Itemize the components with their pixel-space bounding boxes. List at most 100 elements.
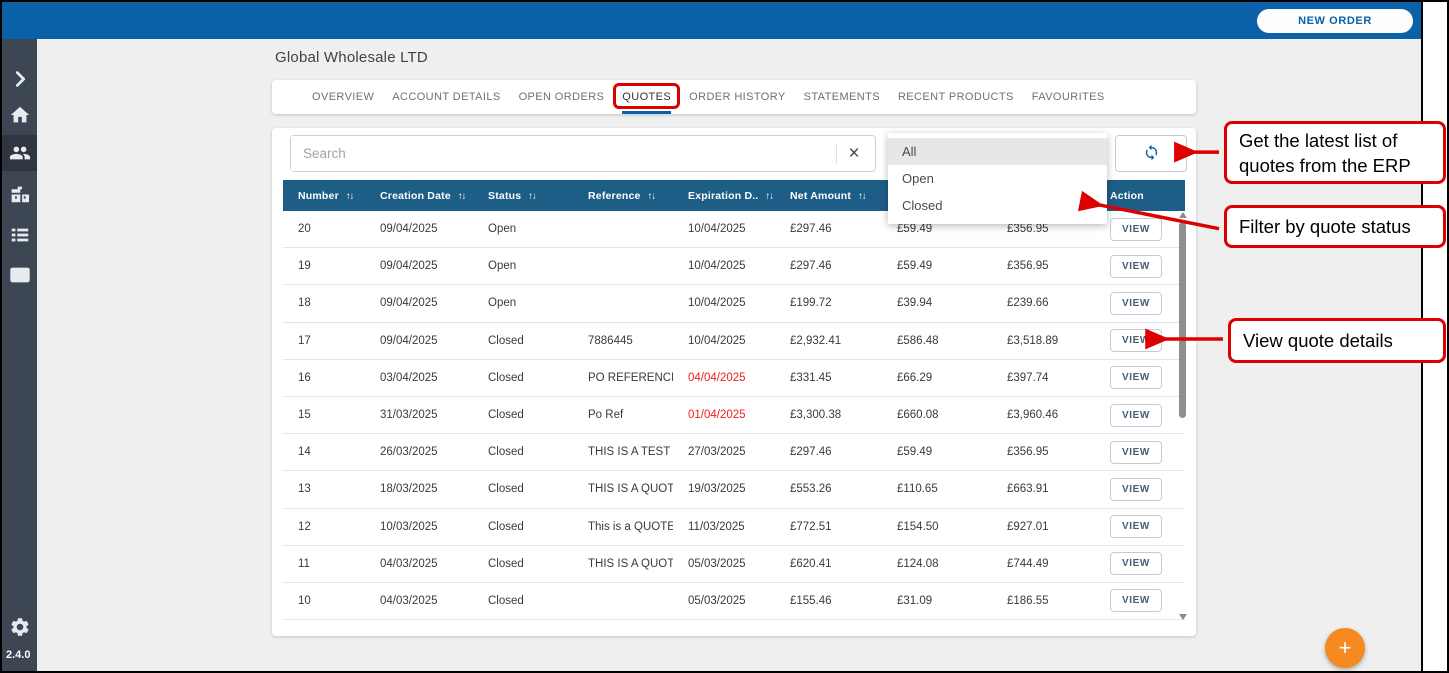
view-button[interactable]: VIEW xyxy=(1110,441,1162,464)
new-order-button[interactable]: NEW ORDER xyxy=(1257,9,1413,33)
sort-icon[interactable]: ↑↓ xyxy=(858,191,866,202)
view-button[interactable]: VIEW xyxy=(1110,478,1162,501)
tab-order-history[interactable]: ORDER HISTORY xyxy=(689,80,785,114)
view-button[interactable]: VIEW xyxy=(1110,292,1162,315)
scrollbar-thumb[interactable] xyxy=(1179,222,1186,418)
cell-amount-2: £39.94 xyxy=(882,297,992,309)
sidebar: 2.4.0 xyxy=(2,39,37,671)
cell-reference: This is a QUOTE xyxy=(573,521,673,533)
cell-number: 10 xyxy=(283,595,365,607)
cell-amount-2: £66.29 xyxy=(882,372,992,384)
column-header-reference[interactable]: Reference↑↓ xyxy=(573,190,673,202)
cell-creation-date: 09/04/2025 xyxy=(365,223,473,235)
cell-creation-date: 26/03/2025 xyxy=(365,446,473,458)
column-header-net-amount[interactable]: Net Amount↑↓ xyxy=(775,190,882,202)
cell-expiration-date: 05/03/2025 xyxy=(673,595,775,607)
cell-reference: Po Ref xyxy=(573,409,673,421)
sort-icon[interactable]: ↑↓ xyxy=(528,191,536,202)
search-input[interactable] xyxy=(291,136,831,171)
cell-expiration-date: 04/04/2025 xyxy=(673,372,775,384)
home-icon[interactable] xyxy=(8,103,31,126)
cell-status: Closed xyxy=(473,409,573,421)
products-icon[interactable] xyxy=(8,183,31,206)
cell-net-amount: £199.72 xyxy=(775,297,882,309)
cell-action: VIEW xyxy=(1095,404,1185,427)
cell-creation-date: 18/03/2025 xyxy=(365,483,473,495)
cell-expiration-date: 11/03/2025 xyxy=(673,521,775,533)
cell-net-amount: £331.45 xyxy=(775,372,882,384)
customers-icon[interactable] xyxy=(8,141,31,164)
cell-status: Closed xyxy=(473,521,573,533)
cell-status: Closed xyxy=(473,446,573,458)
cell-reference: PO REFERENCE - THIS xyxy=(573,372,673,384)
view-button[interactable]: VIEW xyxy=(1110,255,1162,278)
add-fab-button[interactable]: + xyxy=(1325,628,1365,668)
cell-net-amount: £772.51 xyxy=(775,521,882,533)
cell-amount-3: £663.91 xyxy=(992,483,1095,495)
view-button[interactable]: VIEW xyxy=(1110,329,1162,352)
expand-icon[interactable] xyxy=(8,67,31,90)
sort-icon[interactable]: ↑↓ xyxy=(648,191,656,202)
column-header-creation-date[interactable]: Creation Date↑↓ xyxy=(365,190,473,202)
cell-reference: THIS IS A QUOTE xyxy=(573,483,673,495)
tab-statements[interactable]: STATEMENTS xyxy=(804,80,880,114)
cell-amount-2: £59.49 xyxy=(882,223,992,235)
tab-favourites[interactable]: FAVOURITES xyxy=(1032,80,1105,114)
sort-icon[interactable]: ↑↓ xyxy=(458,191,466,202)
cell-action: VIEW xyxy=(1095,515,1185,538)
table-row: 1531/03/2025ClosedPo Ref01/04/2025£3,300… xyxy=(283,397,1185,434)
cell-amount-3: £356.95 xyxy=(992,446,1095,458)
refresh-button[interactable] xyxy=(1115,135,1187,172)
table-row: 1426/03/2025ClosedTHIS IS A TEST27/03/20… xyxy=(283,434,1185,471)
view-button[interactable]: VIEW xyxy=(1110,515,1162,538)
sort-icon[interactable]: ↑↓ xyxy=(346,191,354,202)
cell-status: Closed xyxy=(473,558,573,570)
view-button[interactable]: VIEW xyxy=(1110,552,1162,575)
cell-expiration-date: 10/04/2025 xyxy=(673,223,775,235)
cell-reference: THIS IS A TEST xyxy=(573,446,673,458)
tab-open-orders[interactable]: OPEN ORDERS xyxy=(519,80,605,114)
column-header-action: Action xyxy=(1095,190,1185,202)
cell-action: VIEW xyxy=(1095,441,1185,464)
cell-action: VIEW xyxy=(1095,366,1185,389)
view-button[interactable]: VIEW xyxy=(1110,366,1162,389)
search-box: × xyxy=(290,135,876,172)
view-button[interactable]: VIEW xyxy=(1110,589,1162,612)
table-scrollbar[interactable] xyxy=(1178,212,1187,620)
screenshot-canvas: NEW ORDER xyxy=(0,0,1449,673)
cell-net-amount: £2,932.41 xyxy=(775,335,882,347)
sync-refresh-icon xyxy=(1143,144,1160,164)
cell-net-amount: £553.26 xyxy=(775,483,882,495)
column-header-expiration-d[interactable]: Expiration D..↑↓ xyxy=(673,190,775,202)
cell-expiration-date: 10/04/2025 xyxy=(673,297,775,309)
cell-amount-2: £124.08 xyxy=(882,558,992,570)
cell-status: Open xyxy=(473,260,573,272)
cell-amount-2: £110.65 xyxy=(882,483,992,495)
cell-amount-2: £660.08 xyxy=(882,409,992,421)
column-header-number[interactable]: Number↑↓ xyxy=(283,190,365,202)
cell-net-amount: £620.41 xyxy=(775,558,882,570)
status-option-open[interactable]: Open xyxy=(888,165,1107,192)
view-button[interactable]: VIEW xyxy=(1110,218,1162,241)
settings-icon[interactable] xyxy=(8,615,31,638)
cell-net-amount: £297.46 xyxy=(775,446,882,458)
cell-creation-date: 09/04/2025 xyxy=(365,260,473,272)
orders-list-icon[interactable] xyxy=(8,223,31,246)
cell-amount-3: £927.01 xyxy=(992,521,1095,533)
tab-quotes[interactable]: QUOTES xyxy=(622,80,671,114)
cell-creation-date: 09/04/2025 xyxy=(365,335,473,347)
tab-overview[interactable]: OVERVIEW xyxy=(312,80,374,114)
cell-number: 13 xyxy=(283,483,365,495)
view-button[interactable]: VIEW xyxy=(1110,404,1162,427)
status-option-all[interactable]: All xyxy=(888,138,1107,165)
close-x-icon[interactable]: × xyxy=(839,136,869,171)
tab-account-details[interactable]: ACCOUNT DETAILS xyxy=(392,80,500,114)
cell-net-amount: £297.46 xyxy=(775,260,882,272)
tab-recent-products[interactable]: RECENT PRODUCTS xyxy=(898,80,1014,114)
scrollbar-down-icon[interactable] xyxy=(1179,614,1187,620)
column-header-status[interactable]: Status↑↓ xyxy=(473,190,573,202)
scrollbar-up-icon[interactable] xyxy=(1179,212,1187,218)
messages-icon[interactable] xyxy=(8,263,31,286)
status-option-closed[interactable]: Closed xyxy=(888,192,1107,219)
sort-icon[interactable]: ↑↓ xyxy=(765,191,773,202)
